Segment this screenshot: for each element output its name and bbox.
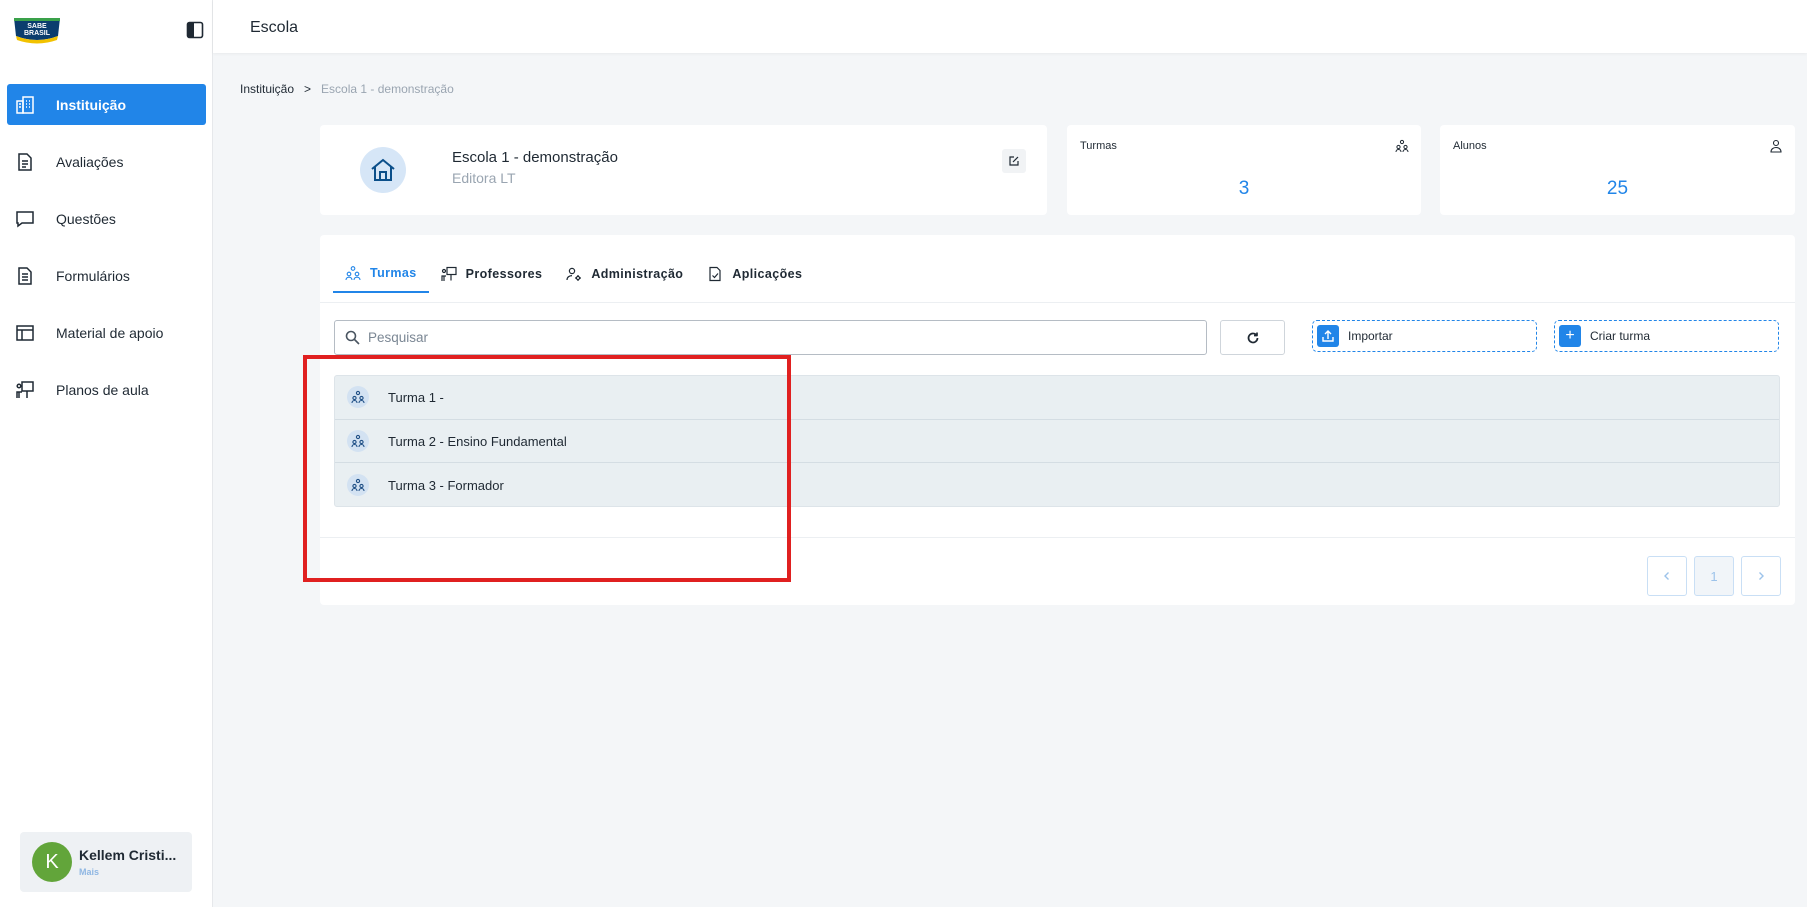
svg-text:SABE: SABE — [27, 23, 47, 30]
sidebar-item-label: Planos de aula — [56, 381, 149, 398]
layout-icon — [14, 322, 36, 344]
group-icon — [345, 266, 361, 281]
avatar: K — [32, 842, 72, 882]
group-icon — [347, 474, 369, 497]
sidebar-item-planos-de-aula[interactable]: Planos de aula — [7, 369, 206, 410]
sidebar-item-label: Formulários — [56, 267, 130, 284]
breadcrumb-current: Escola 1 - demonstração — [321, 82, 454, 96]
breadcrumb: Instituição > Escola 1 - demonstração — [240, 82, 454, 96]
user-name: Kellem Cristi... — [79, 847, 177, 863]
sidebar-item-formularios[interactable]: Formulários — [7, 255, 206, 296]
sidebar-item-label: Questões — [56, 210, 116, 227]
breadcrumb-root[interactable]: Instituição — [240, 82, 294, 96]
chevron-left-icon — [1664, 572, 1669, 580]
import-button[interactable]: Importar — [1312, 320, 1537, 352]
page-title: Escola — [250, 19, 299, 36]
classes-list: Turma 1 - Turma 2 - Ensino Fundamental T… — [334, 375, 1780, 507]
sidebar-item-avaliacoes[interactable]: Avaliações — [7, 141, 206, 182]
tab-aplicacoes[interactable]: Aplicações — [695, 255, 814, 293]
tab-turmas[interactable]: Turmas — [333, 255, 429, 293]
turmas-stat-label: Turmas — [1080, 140, 1117, 152]
chevron-right-icon — [1759, 572, 1764, 580]
sidebar-item-questoes[interactable]: Questões — [7, 198, 206, 239]
user-card[interactable]: K Kellem Cristi... Mais — [20, 832, 192, 892]
alunos-stat-label: Alunos — [1453, 140, 1487, 152]
sidebar-nav: Instituição Avaliações Questões Formulár… — [7, 84, 206, 426]
user-more-link[interactable]: Mais — [79, 867, 181, 877]
tab-label: Administração — [591, 267, 684, 281]
list-item[interactable]: Turma 3 - Formador — [335, 463, 1779, 507]
sidebar-collapse-icon[interactable] — [186, 21, 204, 39]
import-label: Importar — [1348, 329, 1393, 343]
list-item[interactable]: Turma 2 - Ensino Fundamental — [335, 420, 1779, 464]
tab-administracao[interactable]: Administração — [554, 255, 695, 293]
school-name: Escola 1 - demonstração — [452, 149, 618, 166]
search-input[interactable] — [368, 330, 1188, 345]
topbar: Escola — [213, 0, 1807, 53]
tabs-divider — [320, 302, 1795, 303]
tab-label: Professores — [465, 267, 543, 281]
breadcrumb-separator: > — [304, 82, 312, 96]
search-icon — [345, 330, 360, 345]
sidebar: SABE BRASIL Instituição Avaliações Quest… — [0, 0, 213, 907]
sidebar-item-label: Instituição — [56, 96, 127, 113]
search-box — [334, 320, 1207, 355]
refresh-icon — [1247, 332, 1258, 343]
sidebar-item-label: Material de apoio — [56, 324, 164, 341]
turmas-stat-card: Turmas 3 — [1067, 125, 1421, 215]
school-card: Escola 1 - demonstração Editora LT — [320, 125, 1047, 215]
tab-label: Aplicações — [732, 267, 803, 281]
form-icon — [14, 265, 36, 287]
tab-label: Turmas — [370, 266, 417, 280]
create-class-button[interactable]: + Criar turma — [1554, 320, 1779, 352]
tabs: Turmas Professores Administração Aplicaç… — [333, 255, 814, 293]
svg-text:BRASIL: BRASIL — [24, 30, 51, 37]
turmas-stat-value: 3 — [1238, 178, 1250, 199]
alunos-stat-value: 25 — [1606, 178, 1629, 199]
sidebar-item-material-de-apoio[interactable]: Material de apoio — [7, 312, 206, 353]
group-icon — [347, 430, 369, 453]
classes-panel: Turmas Professores Administração Aplicaç… — [320, 235, 1795, 605]
pagination-prev-button[interactable] — [1647, 556, 1687, 596]
document-check-icon — [709, 266, 721, 282]
building-icon — [14, 94, 36, 116]
create-class-label: Criar turma — [1590, 329, 1651, 343]
edit-school-button[interactable] — [1002, 149, 1026, 173]
group-icon — [1395, 139, 1409, 153]
list-divider — [320, 537, 1795, 538]
document-icon — [14, 151, 36, 173]
pagination-page-button[interactable]: 1 — [1694, 556, 1734, 596]
sidebar-item-label: Avaliações — [56, 153, 124, 170]
presentation-icon — [14, 379, 36, 401]
class-name: Turma 3 - Formador — [388, 477, 504, 493]
alunos-stat-card: Alunos 25 — [1440, 125, 1795, 215]
class-name: Turma 2 - Ensino Fundamental — [388, 433, 567, 449]
user-gear-icon — [566, 267, 582, 281]
sidebar-item-instituicao[interactable]: Instituição — [7, 84, 206, 125]
person-icon — [1769, 139, 1783, 153]
tab-professores[interactable]: Professores — [429, 255, 555, 293]
upload-icon — [1317, 325, 1339, 347]
group-icon — [347, 386, 369, 409]
sabe-brasil-logo[interactable]: SABE BRASIL — [10, 14, 64, 46]
school-home-icon — [360, 147, 406, 193]
pagination-next-button[interactable] — [1741, 556, 1781, 596]
presentation-icon — [441, 266, 457, 281]
class-name: Turma 1 - — [388, 389, 444, 405]
list-item[interactable]: Turma 1 - — [335, 376, 1779, 420]
refresh-button[interactable] — [1220, 320, 1285, 355]
school-subtitle: Editora LT — [452, 170, 516, 186]
edit-icon — [1009, 156, 1019, 166]
chat-icon — [14, 208, 36, 230]
plus-icon: + — [1559, 325, 1581, 347]
user-info: Kellem Cristi... Mais — [79, 847, 181, 877]
